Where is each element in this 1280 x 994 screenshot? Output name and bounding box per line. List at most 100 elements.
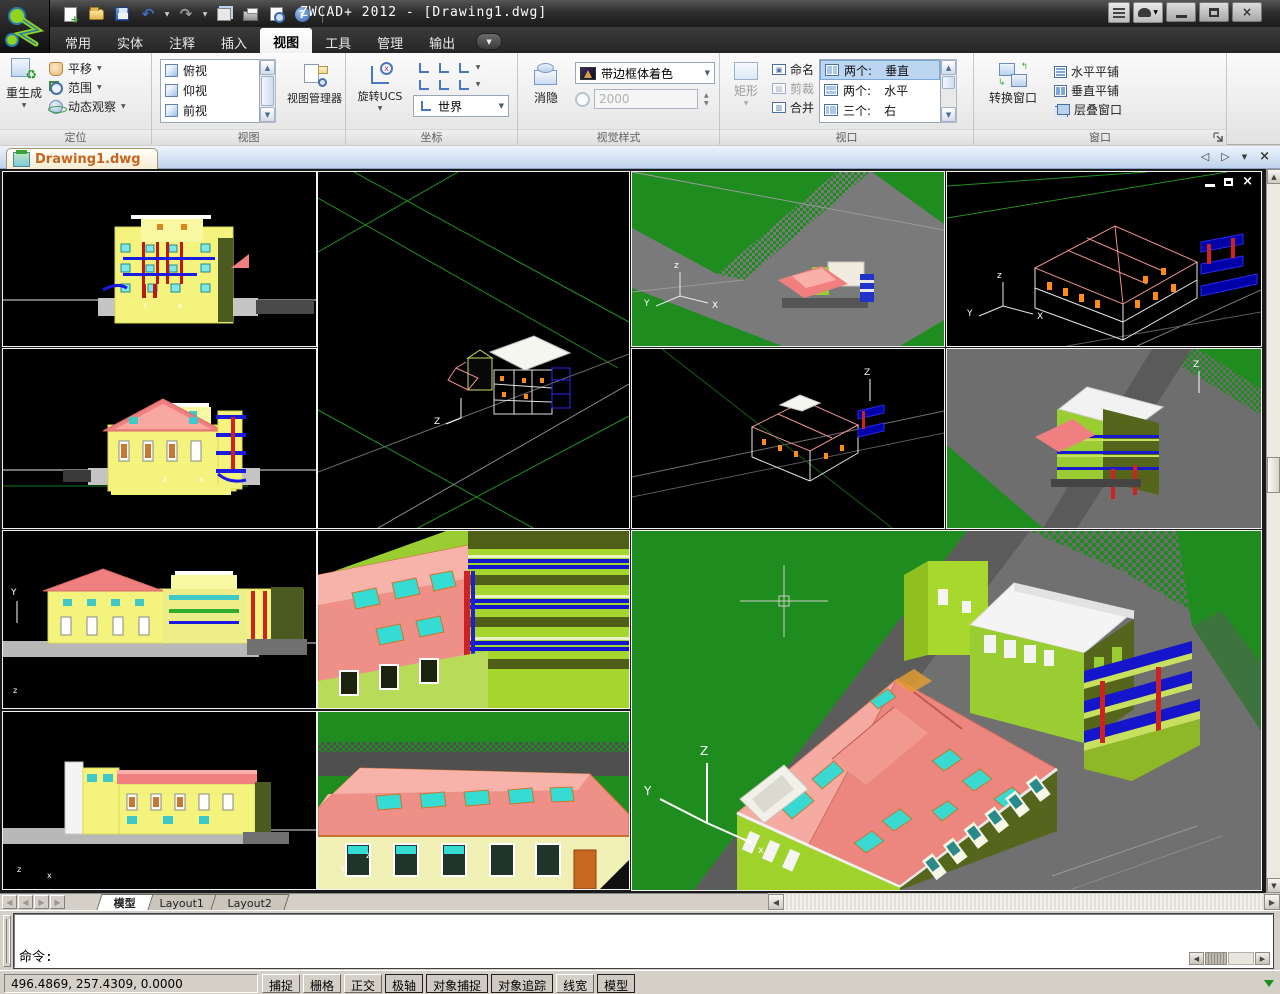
zwcad-logo[interactable] (0, 0, 50, 53)
ucs-previous-button[interactable] (436, 61, 451, 75)
layout-prev-button[interactable]: ◀ (18, 895, 33, 909)
view-list-item-top[interactable]: 俯视 (161, 60, 259, 80)
tab-tools[interactable]: 工具 (312, 29, 364, 53)
doc-close-button[interactable]: × (1242, 176, 1253, 188)
viewport-wireframe-small[interactable]: Z (631, 348, 945, 529)
viewport-main-shaded[interactable]: Z Y x (631, 530, 1262, 891)
redo-button[interactable]: ↷ (174, 4, 198, 25)
viewport-elevation-tower[interactable]: z x (2, 711, 317, 890)
tab-home[interactable]: 常用 (52, 29, 104, 53)
ribbon-minimize-button[interactable]: ▼ (476, 33, 502, 50)
doc-tab-scroll-left[interactable]: ◁ (1201, 150, 1209, 163)
skin-button[interactable]: ▼ (1133, 2, 1163, 23)
viewport-closeup-street[interactable]: Y z (317, 711, 630, 890)
command-scroll-left[interactable]: ◀ (1189, 952, 1204, 965)
command-grip-handle[interactable] (3, 915, 11, 967)
ucs-origin-button[interactable] (416, 61, 431, 75)
tab-manage[interactable]: 管理 (364, 29, 416, 53)
scroll-up-button[interactable]: ▲ (1267, 169, 1280, 184)
layout-first-button[interactable]: ◀ (2, 895, 17, 909)
tab-solid[interactable]: 实体 (104, 29, 156, 53)
viewport-clip-button[interactable]: ▨ 剪裁 (772, 79, 814, 98)
view-list-scroll-thumb[interactable] (261, 76, 274, 106)
drawing-vertical-scrollbar[interactable]: ▲ ▼ (1266, 169, 1280, 893)
command-scroll-track[interactable] (1228, 952, 1254, 965)
viewport-wireframe-detail[interactable]: × (946, 171, 1262, 347)
lineweight-toggle[interactable]: 线宽 (556, 974, 594, 993)
save-button[interactable] (110, 4, 134, 25)
view-list-item-front[interactable]: 前视 (161, 100, 259, 120)
layout-last-button[interactable]: ▶ (50, 895, 65, 909)
plot-preview-button[interactable] (264, 4, 288, 25)
viewport-shaded-mid[interactable]: Z (946, 348, 1262, 529)
close-button[interactable]: × (1232, 2, 1262, 22)
doc-restore-button[interactable] (1224, 178, 1233, 186)
snap-toggle[interactable]: 捕捉 (262, 974, 300, 993)
viewport-list-scroll-down[interactable]: ▼ (941, 107, 956, 122)
tab-annotate[interactable]: 注释 (156, 29, 208, 53)
view-list-scroll-up[interactable]: ▲ (260, 60, 275, 75)
rotate-ucs-button[interactable]: x 旋转UCS ▼ (351, 57, 409, 131)
tile-horizontal-button[interactable]: 水平平铺 (1054, 62, 1122, 81)
command-scroll-right[interactable]: ▶ (1255, 952, 1270, 965)
command-scroll-thumb[interactable] (1205, 952, 1227, 965)
restore-button[interactable] (1199, 2, 1229, 22)
regen-button[interactable]: ♻ 重生成 ▼ (6, 53, 42, 127)
viewport-shaded-distant[interactable]: z Y X (631, 171, 945, 347)
command-window[interactable]: 命令: ◀ ▶ (14, 914, 1273, 968)
ucs-named-dropdown[interactable]: 世界 ▼ (413, 95, 509, 117)
tab-view[interactable]: 视图 (260, 28, 312, 53)
cascade-windows-button[interactable]: 层叠窗口 (1054, 100, 1122, 119)
print-button[interactable] (238, 4, 262, 25)
viewport-closeup-roof[interactable] (317, 530, 630, 709)
doc-minimize-button[interactable] (1205, 184, 1215, 187)
viewport-list-scroll-up[interactable]: ▲ (941, 60, 956, 75)
tab-output[interactable]: 输出 (416, 29, 468, 53)
view-list-item-bottom[interactable]: 仰视 (161, 80, 259, 100)
command-prompt[interactable]: 命令: (19, 946, 53, 965)
menu-style-button[interactable] (1108, 2, 1130, 23)
viewport-join-button[interactable]: ▥ 合并 (772, 98, 814, 117)
doc-tab-close-button[interactable]: × (1259, 149, 1270, 164)
ucs-dropdown[interactable]: ▼ (476, 64, 481, 71)
viewport-named-button[interactable]: ▣ 命名 (772, 60, 814, 79)
viewport-elevation-long[interactable]: Y z (2, 530, 317, 709)
horizontal-scroll-track[interactable] (784, 894, 1264, 910)
viewport-wireframe-iso[interactable]: Z (317, 171, 630, 529)
layout-next-button[interactable]: ▶ (34, 895, 49, 909)
tile-vertical-button[interactable]: 垂直平铺 (1054, 81, 1122, 100)
publish-button[interactable] (212, 4, 236, 25)
scroll-right-button[interactable]: ▶ (1264, 894, 1280, 910)
isolines-spinner[interactable]: ▲▼ (702, 92, 709, 107)
ucs-dropdown-2[interactable]: ▼ (476, 81, 481, 88)
viewport-rectangle-button[interactable]: 矩形 ▼ (725, 57, 767, 131)
visual-style-dropdown[interactable]: 带边框体着色 ▼ (575, 62, 715, 84)
undo-button[interactable]: ↶ (136, 4, 160, 25)
ucs-object-button[interactable] (456, 61, 471, 75)
viewport-elevation-front[interactable]: z x (2, 348, 317, 529)
ucs-view-button[interactable] (456, 78, 471, 92)
vertical-scroll-thumb[interactable] (1267, 457, 1280, 493)
doc-tab-list-button[interactable]: ▼ (1242, 153, 1247, 161)
tab-insert[interactable]: 插入 (208, 29, 260, 53)
view-manager-button[interactable]: 视图管理器 (284, 59, 345, 133)
minimize-button[interactable] (1166, 2, 1196, 22)
isolines-input[interactable] (594, 89, 698, 109)
hide-button[interactable]: 消隐 (524, 58, 568, 132)
scroll-left-button[interactable]: ◀ (768, 894, 784, 910)
osnap-toggle[interactable]: 对象捕捉 (426, 974, 488, 993)
doc-tab-scroll-right[interactable]: ▷ (1221, 150, 1229, 163)
pan-button[interactable]: 平移▼ (48, 59, 126, 78)
otrack-toggle[interactable]: 对象追踪 (491, 974, 553, 993)
view-list-scroll-down[interactable]: ▼ (260, 107, 275, 122)
zoom-extents-button[interactable]: 范围▼ (48, 78, 126, 97)
viewport-elevation-side[interactable]: z x (2, 171, 317, 347)
ucs-3point-button[interactable] (436, 78, 451, 92)
viewport-config-two-horizontal[interactable]: 两个: 水平 (820, 80, 940, 100)
ucs-z-axis-button[interactable] (416, 78, 431, 92)
document-tab-drawing1[interactable]: Drawing1.dwg (6, 148, 158, 169)
ortho-toggle[interactable]: 正交 (344, 974, 382, 993)
undo-dropdown[interactable]: ▼ (162, 4, 172, 25)
drawing-horizontal-scrollbar[interactable]: ◀ ▶ (768, 894, 1280, 910)
status-expand-icon[interactable] (1264, 980, 1274, 987)
